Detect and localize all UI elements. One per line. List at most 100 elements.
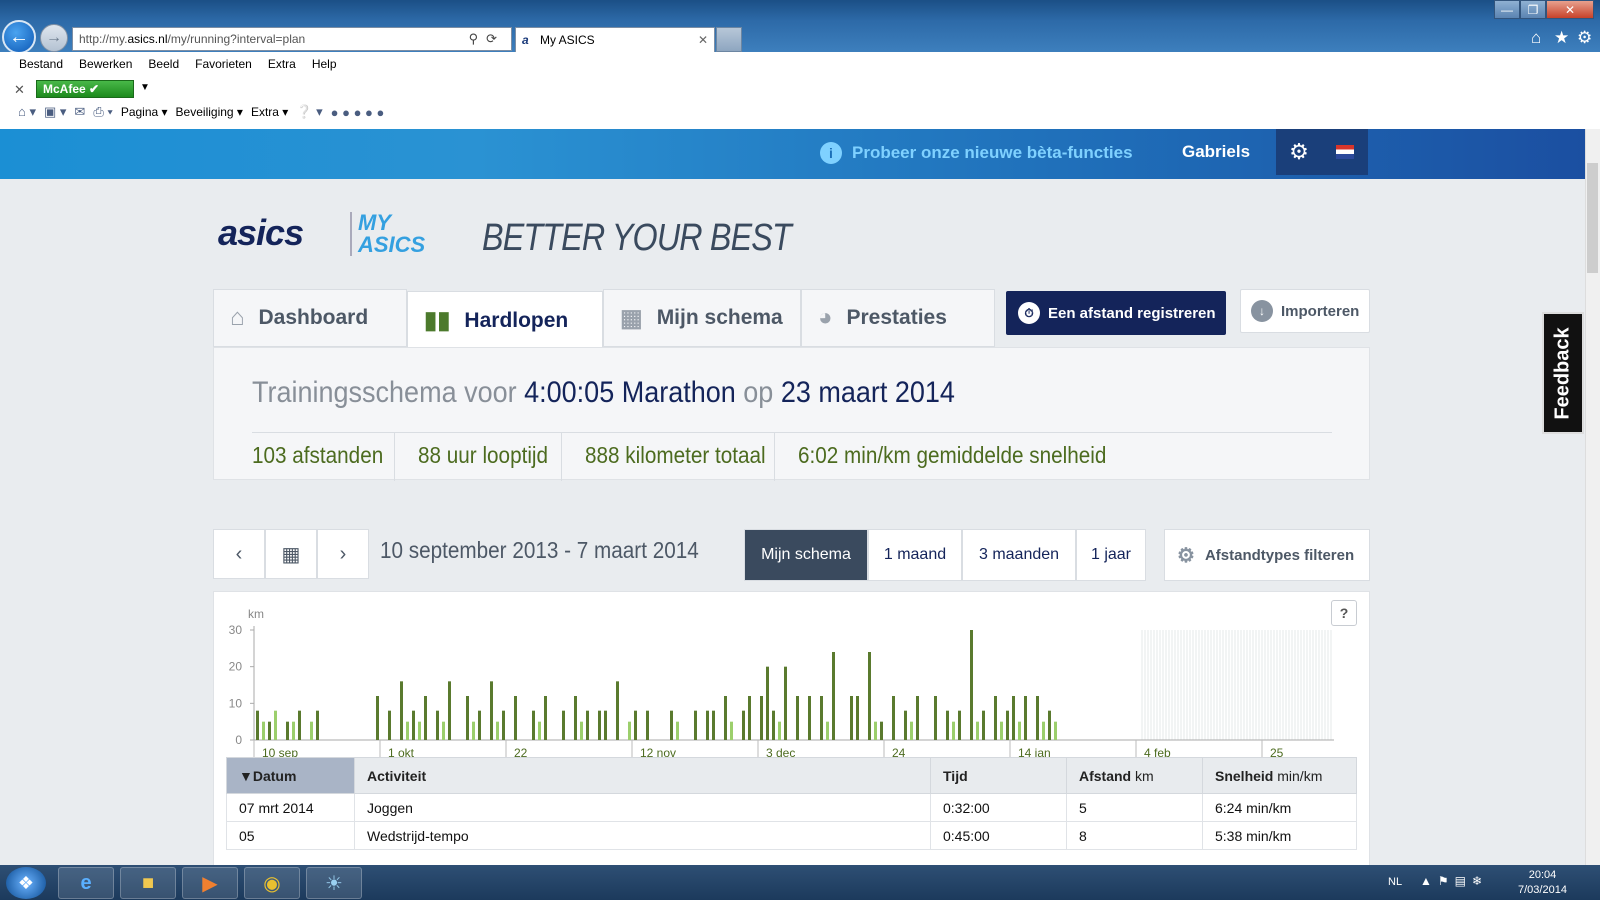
back-button[interactable]: ← [2,20,36,54]
calendar-grid-icon: ▦ [620,304,643,332]
help-icon[interactable]: ❔ ▾ [296,104,322,120]
feeds-icon[interactable]: ▣ ▾ [44,104,66,120]
bar-light [1000,721,1003,740]
col-speed[interactable]: Snelheid min/km [1202,757,1357,794]
tab-dashboard[interactable]: ⌂ Dashboard [213,289,407,347]
home-toolbar-icon[interactable]: ⌂ ▾ [18,104,36,120]
col-activity[interactable]: Activiteit [354,757,931,794]
pagina-label: Pagina [120,105,159,119]
bar-dark [490,681,493,740]
plan-summary-panel: Trainingsschema voor 4:00:05 Marathon op… [213,347,1370,481]
asics-logo[interactable]: asics [218,212,304,254]
bars-icon: ▮▮ [424,307,451,334]
menu-extra[interactable]: Extra [268,57,296,71]
mcafee-button[interactable]: McAfee ✔ [36,80,134,98]
plan-goal: 4:00:05 Marathon [524,376,736,409]
language-indicator[interactable]: NL [1388,876,1402,888]
help-button[interactable]: ? [1331,600,1357,626]
close-window-button[interactable]: ✕ [1546,0,1594,19]
stat-runs: 103 afstanden [252,442,384,468]
bar-dark [694,710,697,740]
chrome-taskbar-icon[interactable]: ◉ [244,867,300,899]
bar-dark [832,652,835,740]
mail-icon[interactable]: ✉ [74,104,85,120]
bar-dark [1012,696,1015,740]
new-tab-button[interactable] [716,27,742,52]
bar-dark [808,696,811,740]
tray-icons[interactable]: ▲⚑▤❄ [1420,874,1488,888]
start-button[interactable]: ❖ [6,867,46,899]
tagline: BETTER YOUR BEST [482,217,792,259]
ie-taskbar-icon[interactable]: e [58,867,114,899]
url-domain: asics.nl [127,32,168,46]
mcafee-dropdown-icon[interactable]: ▼ [140,82,150,93]
col-date[interactable]: ▼Datum [226,757,355,794]
bar-dark [532,710,535,740]
beta-features-link[interactable]: i Probeer onze nieuwe bèta-functies [820,142,1133,164]
period-1-year[interactable]: 1 jaar [1076,529,1146,581]
period-my-schedule[interactable]: Mijn schema [744,529,868,581]
chart-svg[interactable]: km010203010 sep 1 okt 22 12 nov 3 dec 24 14 ja… [214,592,1371,772]
menu-bewerken[interactable]: Bewerken [79,57,132,71]
print-icon[interactable]: ⎙ ▾ [93,104,112,120]
menu-bestand[interactable]: Bestand [19,57,63,71]
address-bar[interactable]: http://my. asics.nl/my/running?interval=p… [72,27,512,51]
table-row[interactable]: 07 mrt 2014 Joggen 0:32:00 5 6:24 min/km [226,793,1357,822]
filter-types-button[interactable]: ⚙ Afstandtypes filteren [1164,529,1370,581]
feedback-tab[interactable]: Feedback [1542,312,1584,434]
bar-dark [544,696,547,740]
col-distance[interactable]: Afstand km [1066,757,1203,794]
calendar-button[interactable]: ▦ [265,529,317,579]
tab-schedule[interactable]: ▦ Mijn schema [603,289,801,347]
tab-running[interactable]: ▮▮ Hardlopen [407,291,603,349]
language-flag-button[interactable] [1322,129,1368,175]
clock[interactable]: 20:04 7/03/2014 [1518,868,1567,898]
period-3-months[interactable]: 3 maanden [962,529,1076,581]
bar-dark [562,710,565,740]
favorites-star-icon[interactable]: ★ [1554,28,1569,48]
home-icon[interactable]: ⌂ [1531,28,1541,48]
bar-dark [766,666,769,740]
col-distance-unit: km [1135,767,1154,784]
prev-period-button[interactable]: ‹ [213,529,265,579]
maximize-button[interactable]: ❐ [1520,0,1546,19]
table-row[interactable]: 05 Wedstrijd-tempo 0:45:00 8 5:38 min/km [226,821,1357,850]
browser-tab[interactable]: a My ASICS ✕ [515,27,715,52]
import-button[interactable]: ↓ Importeren [1240,289,1370,333]
menu-help[interactable]: Help [312,57,337,71]
bar-light [976,721,979,740]
scrollbar-thumb[interactable] [1587,163,1598,273]
y-tick-label: 10 [229,696,243,710]
period-1-month[interactable]: 1 maand [868,529,962,581]
cell-activity: Joggen [354,793,931,822]
media-player-taskbar-icon[interactable]: ▶ [182,867,238,899]
minimize-button[interactable]: — [1494,0,1520,19]
beveiliging-menu[interactable]: Beveiliging ▾ [176,105,243,119]
close-tab-icon[interactable]: ✕ [698,33,708,47]
stat-divider [561,433,562,481]
settings-gear-icon[interactable]: ⚙ [1276,129,1322,175]
bar-dark [880,721,883,740]
menu-beeld[interactable]: Beeld [148,57,179,71]
explorer-taskbar-icon[interactable]: ■ [120,867,176,899]
forward-button[interactable]: → [40,24,68,52]
register-distance-button[interactable]: ⏱ Een afstand registreren [1006,291,1226,335]
cell-speed: 6:24 min/km [1202,793,1357,822]
menu-favorieten[interactable]: Favorieten [195,57,252,71]
col-time[interactable]: Tijd [930,757,1067,794]
bar-light [274,710,277,740]
addon-icons[interactable]: ● ● ● ● ● [331,105,385,120]
asics-page: i Probeer onze nieuwe bèta-functies Gabri… [0,129,1585,865]
tools-gear-icon[interactable]: ⚙ [1577,28,1592,48]
menu-bar: Bestand Bewerken Beeld Favorieten Extra … [19,57,353,71]
next-period-button[interactable]: › [317,529,369,579]
tab-performance[interactable]: ◕ Prestaties [801,289,995,347]
app-taskbar-icon[interactable]: ☀ [306,867,362,899]
table-header-row: ▼Datum Activiteit Tijd Afstand km Snelhe… [226,757,1357,794]
user-name[interactable]: Gabriels [1182,142,1250,162]
url-prefix: http://my. [79,32,128,46]
search-refresh-icons[interactable]: ⚲⟳ [469,31,505,47]
close-toolbar-icon[interactable]: ✕ [14,82,25,98]
extra-menu[interactable]: Extra ▾ [251,105,288,119]
pagina-menu[interactable]: Pagina ▾ [121,105,168,119]
